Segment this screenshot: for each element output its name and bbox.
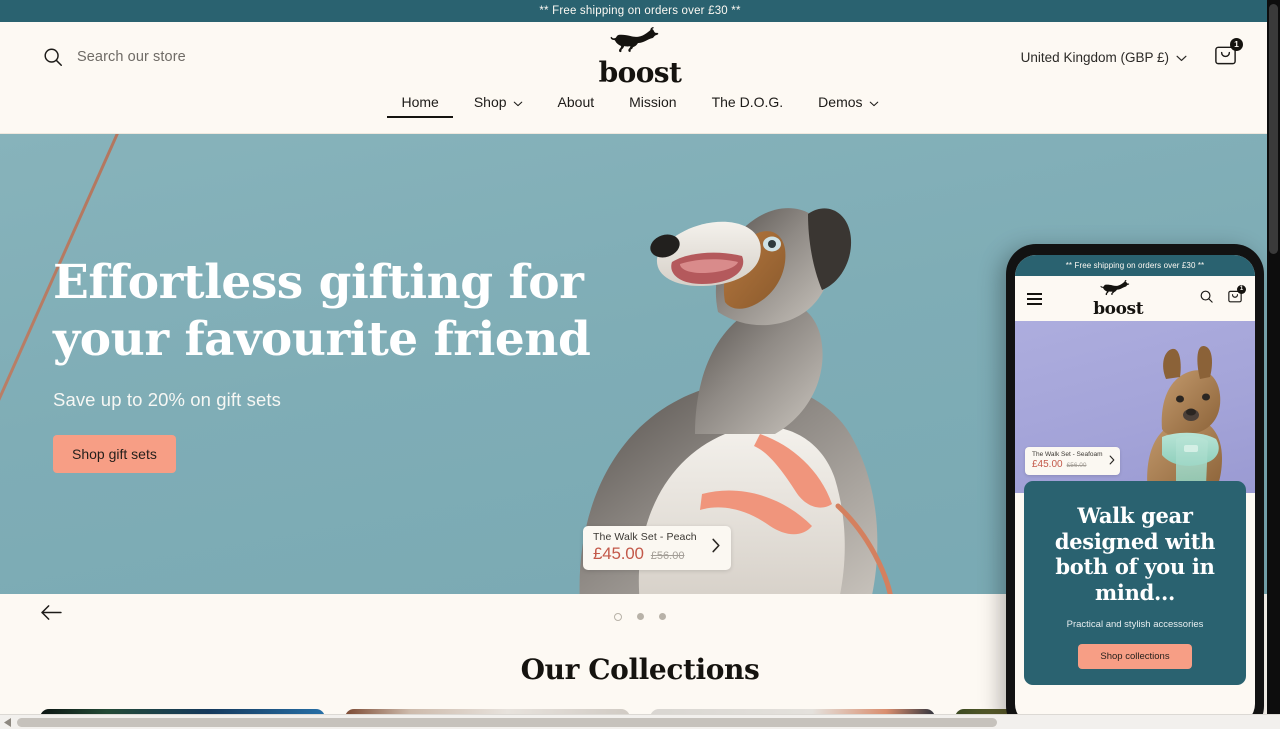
nav-item-the-dog[interactable]: The D.O.G. (698, 92, 798, 118)
phone-header-actions: 1 (1199, 285, 1246, 309)
carousel-dot-3[interactable] (659, 613, 666, 620)
phone-panel-subtitle: Practical and stylish accessories (1066, 619, 1204, 631)
logo-text: boost (598, 56, 682, 89)
search-icon[interactable] (1199, 289, 1214, 309)
chevron-right-icon[interactable] (707, 538, 725, 557)
search-input[interactable]: Search our store (77, 49, 186, 65)
announcement-bar: ** Free shipping on orders over £30 ** (0, 0, 1280, 22)
chevron-down-icon (1176, 50, 1187, 65)
nav-item-shop[interactable]: Shop (460, 92, 537, 118)
header-top-row: Search our store boost United Kingdom (G… (0, 22, 1280, 92)
hero-title: Effortless gifting for your favourite fr… (53, 254, 613, 369)
hero-title-line-1: Effortless gifting for (53, 255, 584, 310)
phone-hero: The Walk Set - Seafoam £45.00 £56.00 (1015, 321, 1255, 493)
phone-announcement-text: ** Free shipping on orders over £30 ** (1065, 261, 1205, 270)
nav-label: Mission (629, 94, 677, 110)
phone-screen: ** Free shipping on orders over £30 ** b… (1015, 255, 1255, 725)
chevron-down-icon (513, 94, 523, 110)
phone-hotspot-price: £45.00 (1032, 459, 1063, 470)
vertical-scrollbar-thumb[interactable] (1269, 4, 1278, 254)
locale-label: United Kingdom (GBP £) (1020, 49, 1169, 65)
chevron-down-icon (869, 94, 879, 110)
phone-hotspot-compare-price: £56.00 (1066, 462, 1087, 469)
main-navigation: Home Shop About Mission The D.O.G. Demos (0, 92, 1280, 133)
site-logo[interactable]: boost (599, 27, 682, 87)
phone-cart-button[interactable]: 1 (1227, 285, 1246, 309)
cart-button[interactable]: 1 (1213, 38, 1243, 72)
hero-subtitle: Save up to 20% on gift sets (53, 388, 281, 410)
nav-label: Shop (473, 94, 507, 110)
hotspot-product-title: The Walk Set - Peach (593, 531, 697, 543)
phone-hotspot-info: The Walk Set - Seafoam £45.00 £56.00 (1032, 451, 1103, 470)
cart-count-badge: 1 (1230, 38, 1243, 51)
nav-item-demos[interactable]: Demos (804, 92, 892, 118)
locale-selector[interactable]: United Kingdom (GBP £) (1021, 50, 1187, 65)
hotspot-info: The Walk Set - Peach £45.00 £56.00 (593, 531, 697, 564)
phone-panel-title: Walk gear designed with both of you in m… (1054, 503, 1216, 605)
search-icon (42, 46, 64, 68)
phone-logo[interactable]: boost (1093, 279, 1144, 319)
carousel-dot-1[interactable] (614, 612, 622, 621)
header-actions: United Kingdom (GBP £) 1 (1021, 38, 1243, 72)
nav-label: Home (401, 94, 439, 110)
carousel-dot-2[interactable] (637, 613, 644, 620)
mobile-preview-mockup: ** Free shipping on orders over £30 ** b… (1006, 244, 1264, 729)
phone-shop-collections-button[interactable]: Shop collections (1078, 644, 1192, 670)
nav-item-about[interactable]: About (544, 92, 609, 118)
shop-gift-sets-button[interactable]: Shop gift sets (53, 434, 176, 473)
hotspot-compare-price: £56.00 (650, 550, 685, 562)
horizontal-scrollbar[interactable] (0, 714, 1280, 729)
browser-viewport: ** Free shipping on orders over £30 ** S… (0, 0, 1280, 729)
hamburger-menu-icon[interactable] (1027, 292, 1042, 305)
phone-header: boost 1 (1015, 276, 1255, 321)
nav-label: The D.O.G. (711, 94, 784, 110)
phone-logo-text: boost (1093, 298, 1144, 319)
nav-item-mission[interactable]: Mission (615, 92, 690, 118)
hotspot-prices: £45.00 £56.00 (593, 544, 697, 564)
search-button[interactable]: Search our store (42, 46, 186, 68)
phone-hotspot-product-title: The Walk Set - Seafoam (1032, 451, 1103, 458)
vertical-scrollbar[interactable] (1267, 0, 1280, 714)
hero-copy: Effortless gifting for your favourite fr… (53, 254, 613, 473)
phone-hotspot-prices: £45.00 £56.00 (1032, 459, 1103, 470)
site-header: Search our store boost United Kingdom (G… (0, 22, 1280, 134)
carousel-dots (614, 612, 666, 621)
nav-label: About (557, 94, 595, 110)
nav-item-home[interactable]: Home (387, 92, 454, 118)
horizontal-scrollbar-thumb[interactable] (17, 717, 997, 727)
phone-product-hotspot-card[interactable]: The Walk Set - Seafoam £45.00 £56.00 (1025, 447, 1120, 475)
hero-title-line-2: your favourite friend (53, 312, 591, 368)
announcement-text: ** Free shipping on orders over £30 ** (539, 5, 741, 17)
cart-icon (1213, 46, 1238, 71)
phone-announcement-bar: ** Free shipping on orders over £30 ** (1015, 255, 1255, 276)
phone-cart-count-badge: 1 (1237, 285, 1246, 294)
phone-dog-photo (1147, 345, 1222, 493)
triangle-left-icon[interactable] (0, 715, 15, 729)
chevron-right-icon[interactable] (1109, 454, 1115, 467)
phone-promo-panel: Walk gear designed with both of you in m… (1024, 481, 1246, 686)
product-hotspot-card[interactable]: The Walk Set - Peach £45.00 £56.00 (583, 526, 731, 570)
carousel-prev-button[interactable] (40, 604, 63, 626)
hotspot-price: £45.00 (593, 544, 644, 563)
nav-label: Demos (818, 94, 863, 110)
